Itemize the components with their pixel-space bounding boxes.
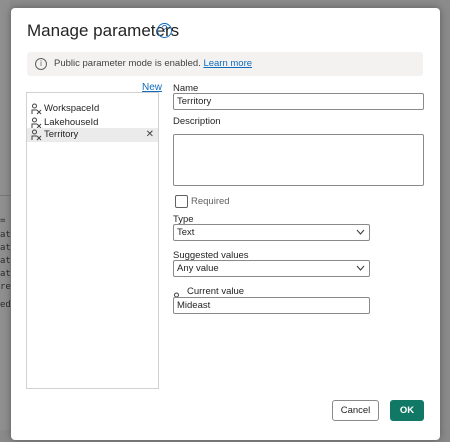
background-code-line: ed [0, 300, 11, 310]
info-bar: i Public parameter mode is enabled. Lear… [27, 52, 423, 76]
description-label: Description [173, 116, 221, 127]
required-checkbox[interactable] [175, 195, 188, 208]
cancel-button[interactable]: Cancel [332, 400, 379, 421]
description-textarea[interactable] [173, 134, 424, 186]
background-code-line: at [0, 243, 11, 253]
current-value-input[interactable]: Mideast [173, 297, 370, 314]
type-value: Text [177, 227, 195, 238]
background-code-line: re [0, 282, 11, 292]
manage-parameters-dialog: Manage parameters ? i Public parameter m… [11, 8, 440, 440]
learn-more-link[interactable]: Learn more [203, 58, 252, 69]
suggested-values-value: Any value [177, 263, 219, 274]
suggested-values-select[interactable]: Any value [173, 260, 370, 277]
background-code-line: at [0, 230, 11, 240]
ok-button[interactable]: OK [390, 400, 424, 421]
current-value-label: Current value [187, 286, 245, 297]
background-code-line: = [0, 216, 6, 226]
background-divider [0, 195, 10, 196]
info-icon: i [35, 58, 47, 70]
info-message: Public parameter mode is enabled. [54, 58, 201, 69]
parameter-label: WorkspaceId [44, 103, 100, 114]
delete-parameter-icon[interactable]: ✕ [146, 128, 154, 142]
type-select[interactable]: Text [173, 224, 370, 241]
parameter-icon [31, 103, 42, 115]
parameter-list: WorkspaceId LakehouseId Territory ✕ [26, 92, 159, 389]
background-code-line: at [0, 256, 11, 266]
help-icon[interactable]: ? [157, 23, 172, 38]
list-item-workspaceid[interactable]: WorkspaceId [27, 102, 158, 116]
background-code-line: at [0, 269, 11, 279]
chevron-down-icon [356, 265, 365, 271]
name-input[interactable]: Territory [173, 93, 424, 110]
list-item-territory[interactable]: Territory ✕ [27, 128, 158, 142]
parameter-icon [31, 129, 42, 141]
parameter-label: Territory [44, 129, 79, 140]
chevron-down-icon [356, 229, 365, 235]
required-label: Required [191, 196, 230, 207]
